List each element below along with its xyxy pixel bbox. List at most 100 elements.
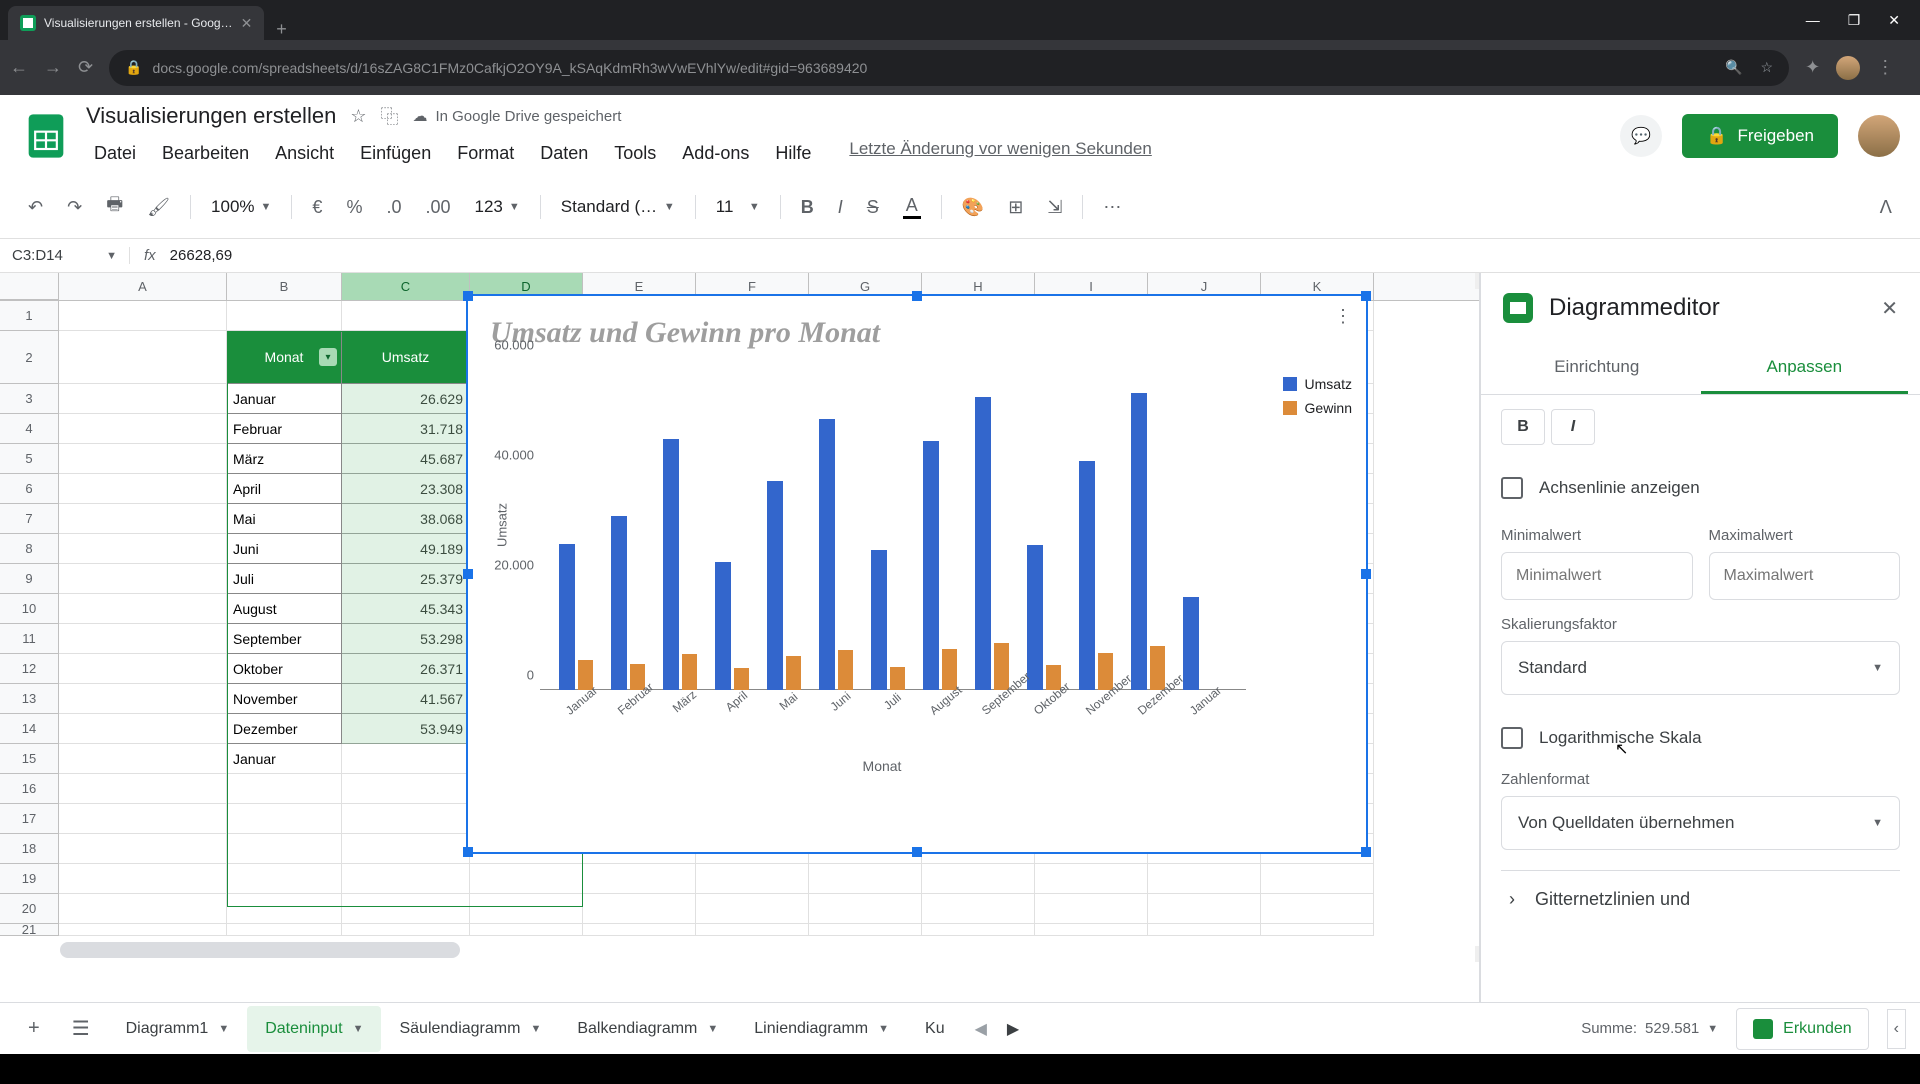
menu-daten[interactable]: Daten: [532, 139, 596, 168]
row-header[interactable]: 21: [0, 924, 59, 936]
embedded-chart[interactable]: ⋮ Umsatz und Gewinn pro Monat Umsatz 020…: [466, 294, 1368, 854]
row-header[interactable]: 5: [0, 444, 59, 474]
chart-title[interactable]: Umsatz und Gewinn pro Monat: [468, 296, 1366, 360]
bar-group[interactable]: [767, 481, 801, 690]
add-sheet-button[interactable]: +: [14, 1007, 54, 1050]
all-sheets-button[interactable]: ☰: [58, 1006, 104, 1051]
cell[interactable]: Monat▾: [227, 331, 342, 384]
bar-gewinn[interactable]: [786, 656, 802, 690]
number-format-select[interactable]: 123▼: [467, 193, 528, 221]
share-button[interactable]: 🔒 Freigeben: [1682, 114, 1838, 158]
cell[interactable]: [922, 864, 1035, 894]
menu-ansicht[interactable]: Ansicht: [267, 139, 342, 168]
font-size-select[interactable]: 11▼: [708, 193, 768, 221]
cell[interactable]: 26.629: [342, 384, 470, 414]
move-doc-icon[interactable]: ⿻: [380, 103, 398, 129]
document-title[interactable]: Visualisierungen erstellen: [86, 103, 336, 129]
bar-group[interactable]: [1079, 461, 1113, 690]
tab-customize[interactable]: Anpassen: [1701, 343, 1909, 394]
close-tab-icon[interactable]: ✕: [241, 15, 253, 32]
cell[interactable]: Februar: [227, 414, 342, 444]
row-header[interactable]: 12: [0, 654, 59, 684]
row-header[interactable]: 17: [0, 804, 59, 834]
bar-umsatz[interactable]: [559, 544, 575, 690]
cell[interactable]: [342, 774, 470, 804]
menu-tools[interactable]: Tools: [606, 139, 664, 168]
row-header[interactable]: 4: [0, 414, 59, 444]
cell[interactable]: [59, 331, 227, 384]
cell[interactable]: [696, 894, 809, 924]
cell[interactable]: [342, 924, 470, 936]
gridlines-section[interactable]: › Gitternetzlinien und: [1501, 870, 1900, 928]
cell[interactable]: Dezember: [227, 714, 342, 744]
address-bar[interactable]: 🔒 docs.google.com/spreadsheets/d/16sZAG8…: [109, 50, 1789, 86]
cell[interactable]: November: [227, 684, 342, 714]
bar-umsatz[interactable]: [1183, 597, 1199, 691]
cell[interactable]: [342, 804, 470, 834]
cell[interactable]: [583, 864, 696, 894]
cell[interactable]: 38.068: [342, 504, 470, 534]
cell[interactable]: [809, 894, 922, 924]
cell[interactable]: April: [227, 474, 342, 504]
sheet-menu-icon[interactable]: ▼: [878, 1023, 889, 1035]
bar-umsatz[interactable]: [1079, 461, 1095, 690]
cell[interactable]: [1261, 924, 1374, 936]
bar-umsatz[interactable]: [819, 419, 835, 690]
cell[interactable]: [227, 774, 342, 804]
cell[interactable]: Juli: [227, 564, 342, 594]
new-tab-button[interactable]: +: [264, 19, 299, 40]
log-scale-checkbox[interactable]: [1501, 727, 1523, 749]
last-edit-link[interactable]: Letzte Änderung vor wenigen Sekunden: [849, 139, 1151, 168]
column-header[interactable]: C: [342, 273, 470, 300]
italic-format-button[interactable]: I: [1551, 409, 1595, 445]
sheets-nav-left-icon[interactable]: ◀: [967, 1019, 995, 1039]
resize-handle[interactable]: [1361, 291, 1371, 301]
zoom-icon[interactable]: 🔍: [1725, 59, 1742, 76]
cell[interactable]: [696, 864, 809, 894]
cell[interactable]: [59, 654, 227, 684]
cell[interactable]: [583, 924, 696, 936]
star-icon[interactable]: ☆: [1761, 59, 1774, 76]
close-editor-icon[interactable]: ✕: [1881, 296, 1898, 321]
bar-umsatz[interactable]: [1027, 545, 1043, 690]
cell[interactable]: [59, 534, 227, 564]
row-header[interactable]: 15: [0, 744, 59, 774]
row-header[interactable]: 14: [0, 714, 59, 744]
cell[interactable]: [59, 714, 227, 744]
cell[interactable]: [59, 301, 227, 331]
row-header[interactable]: 1: [0, 301, 59, 331]
collapse-toolbar-icon[interactable]: ᐱ: [1872, 191, 1900, 224]
formula-value[interactable]: 26628,69: [170, 247, 233, 264]
text-color-icon[interactable]: A: [895, 189, 929, 225]
cell[interactable]: 49.189: [342, 534, 470, 564]
cell[interactable]: [59, 894, 227, 924]
sheet-tab[interactable]: Säulendiagramm▼: [381, 1006, 559, 1052]
bar-umsatz[interactable]: [663, 439, 679, 690]
bar-gewinn[interactable]: [682, 654, 698, 690]
cell[interactable]: [1035, 894, 1148, 924]
cell[interactable]: [696, 924, 809, 936]
cell[interactable]: [809, 924, 922, 936]
bar-group[interactable]: [923, 441, 957, 690]
resize-handle[interactable]: [1361, 569, 1371, 579]
sheet-menu-icon[interactable]: ▼: [353, 1023, 364, 1035]
resize-handle[interactable]: [463, 291, 473, 301]
browser-tab[interactable]: Visualisierungen erstellen - Goog… ✕: [8, 6, 264, 40]
menu-einfügen[interactable]: Einfügen: [352, 139, 439, 168]
cell[interactable]: [59, 684, 227, 714]
bar-umsatz[interactable]: [715, 562, 731, 690]
cell[interactable]: [59, 564, 227, 594]
row-header[interactable]: 6: [0, 474, 59, 504]
bar-group[interactable]: [611, 516, 645, 690]
row-header[interactable]: 9: [0, 564, 59, 594]
quicksum-box[interactable]: Summe: 529.581 ▼: [1581, 1020, 1718, 1037]
cell[interactable]: [59, 504, 227, 534]
cell[interactable]: [59, 474, 227, 504]
percent-icon[interactable]: %: [338, 191, 370, 224]
row-header[interactable]: 20: [0, 894, 59, 924]
cell[interactable]: [342, 834, 470, 864]
cell[interactable]: [59, 774, 227, 804]
show-axis-line-checkbox[interactable]: [1501, 477, 1523, 499]
zoom-select[interactable]: 100%▼: [203, 193, 279, 221]
cell[interactable]: [59, 804, 227, 834]
